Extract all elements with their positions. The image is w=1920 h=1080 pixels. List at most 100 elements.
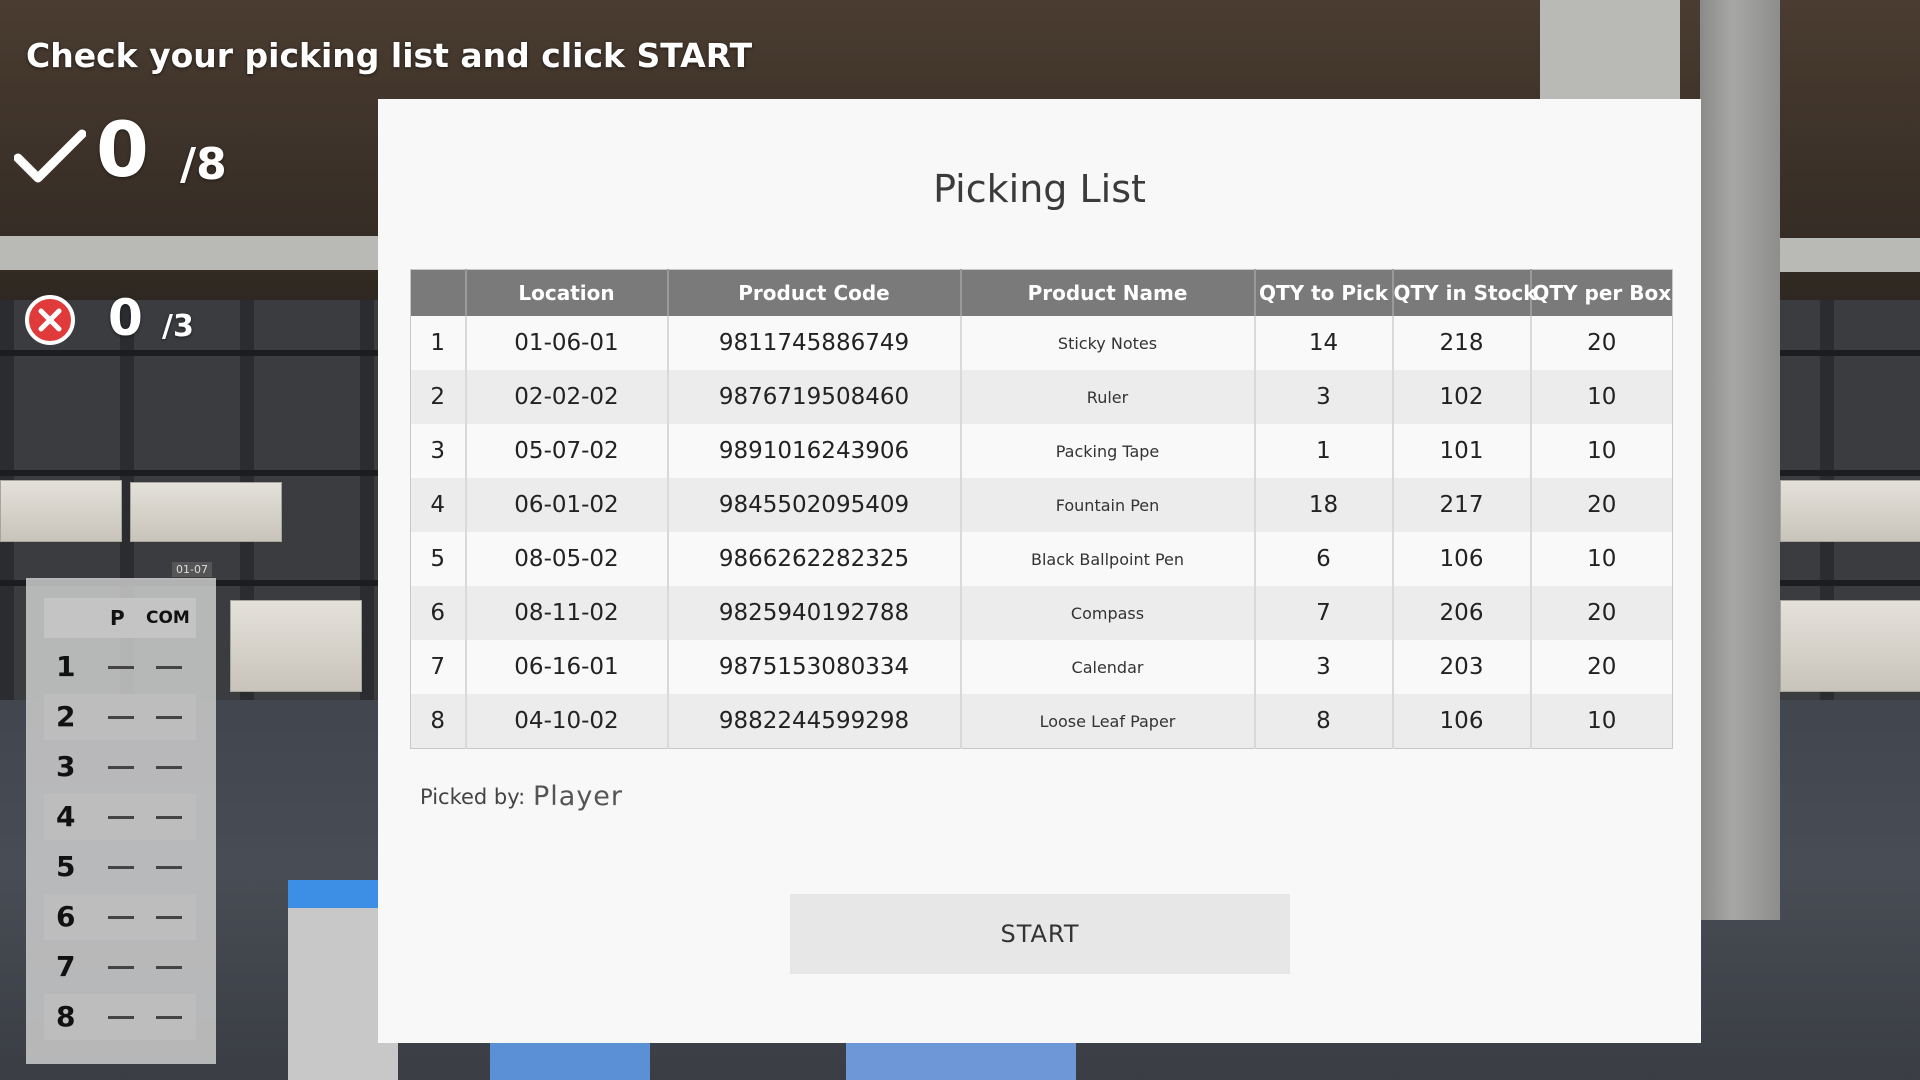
- column-header-product-name: Product Name: [959, 269, 1255, 316]
- product-code-cell: 9845502095409: [666, 478, 961, 532]
- picked-status: [108, 966, 134, 969]
- qty-per-box-cell: 10: [1529, 424, 1673, 478]
- qty-per-box-cell: 10: [1529, 532, 1673, 586]
- qty-in-stock-cell: 218: [1391, 316, 1531, 370]
- qty-to-pick-cell: 3: [1253, 370, 1393, 424]
- qty-to-pick-cell: 3: [1253, 640, 1393, 694]
- location-cell: 06-16-01: [464, 640, 668, 694]
- location-tag: 01-07: [172, 562, 212, 577]
- checklist-header-p: P: [110, 606, 125, 630]
- error-total: /3: [162, 309, 194, 344]
- table-row: 1 01-06-01 9811745886749 Sticky Notes 14…: [410, 316, 1673, 370]
- location-cell: 08-11-02: [464, 586, 668, 640]
- shelf-line: [0, 470, 380, 476]
- completed-status: [156, 916, 182, 919]
- error-count: 0: [108, 289, 143, 347]
- picked-status: [108, 766, 134, 769]
- error-x-icon: [25, 295, 75, 345]
- picking-list-dialog: Picking List Location Product Code Produ…: [378, 99, 1701, 1043]
- stock-box: [230, 600, 362, 692]
- product-name-cell: Sticky Notes: [959, 316, 1255, 370]
- picked-by-value: Player: [533, 781, 624, 812]
- location-cell: 02-02-02: [464, 370, 668, 424]
- column-header-qty-per-box: QTY per Box: [1529, 269, 1673, 316]
- qty-in-stock-cell: 101: [1391, 424, 1531, 478]
- checklist-row: 4: [44, 794, 196, 840]
- qty-in-stock-cell: 217: [1391, 478, 1531, 532]
- location-cell: 06-01-02: [464, 478, 668, 532]
- column-header-product-code: Product Code: [666, 269, 961, 316]
- qty-in-stock-cell: 106: [1391, 532, 1531, 586]
- start-button[interactable]: START: [790, 894, 1290, 974]
- checklist-row-number: 3: [56, 750, 76, 783]
- checklist-row: 5: [44, 844, 196, 890]
- product-code-cell: 9811745886749: [666, 316, 961, 370]
- checklist-row-number: 6: [56, 900, 76, 933]
- checklist-row: 3: [44, 744, 196, 790]
- column-header-location: Location: [464, 269, 668, 316]
- product-code-cell: 9825940192788: [666, 586, 961, 640]
- checklist-row-number: 2: [56, 700, 76, 733]
- correct-total: /8: [180, 139, 227, 190]
- table-header-row: Location Product Code Product Name QTY t…: [410, 269, 1673, 316]
- checklist-row: 7: [44, 944, 196, 990]
- table-row: 7 06-16-01 9875153080334 Calendar 3 203 …: [410, 640, 1673, 694]
- location-cell: 04-10-02: [464, 694, 668, 749]
- checklist-row: 6: [44, 894, 196, 940]
- picking-cart: [846, 1040, 1076, 1080]
- progress-checklist: P COM 1 2 3 4 5 6 7 8: [26, 578, 216, 1064]
- table-row: 2 02-02-02 9876719508460 Ruler 3 102 10: [410, 370, 1673, 424]
- instruction-text: Check your picking list and click START: [26, 36, 753, 75]
- stock-box: [0, 480, 122, 542]
- picked-status: [108, 916, 134, 919]
- product-name-cell: Black Ballpoint Pen: [959, 532, 1255, 586]
- completed-status: [156, 766, 182, 769]
- shelf-line: [0, 350, 380, 356]
- checkmark-icon: [14, 129, 86, 183]
- picked-status: [108, 1016, 134, 1019]
- qty-in-stock-cell: 203: [1391, 640, 1531, 694]
- picked-status: [108, 816, 134, 819]
- stock-box: [1780, 480, 1920, 542]
- stock-box: [130, 482, 282, 542]
- completed-status: [156, 1016, 182, 1019]
- table-row: 3 05-07-02 9891016243906 Packing Tape 1 …: [410, 424, 1673, 478]
- row-index: 4: [410, 478, 466, 532]
- qty-per-box-cell: 20: [1529, 316, 1673, 370]
- checklist-header: P COM: [44, 598, 196, 638]
- ceiling-beam: [1540, 0, 1680, 100]
- column-header-qty-to-pick: QTY to Pick: [1253, 269, 1393, 316]
- table-row: 5 08-05-02 9866262282325 Black Ballpoint…: [410, 532, 1673, 586]
- column-header-index: [410, 269, 466, 316]
- product-name-cell: Fountain Pen: [959, 478, 1255, 532]
- product-code-cell: 9875153080334: [666, 640, 961, 694]
- product-name-cell: Calendar: [959, 640, 1255, 694]
- qty-in-stock-cell: 206: [1391, 586, 1531, 640]
- completed-status: [156, 816, 182, 819]
- row-index: 3: [410, 424, 466, 478]
- product-code-cell: 9866262282325: [666, 532, 961, 586]
- row-index: 1: [410, 316, 466, 370]
- row-index: 5: [410, 532, 466, 586]
- qty-per-box-cell: 10: [1529, 370, 1673, 424]
- picking-list-table: Location Product Code Product Name QTY t…: [410, 269, 1673, 749]
- stock-box: [1780, 600, 1920, 692]
- completed-status: [156, 966, 182, 969]
- product-name-cell: Ruler: [959, 370, 1255, 424]
- location-cell: 05-07-02: [464, 424, 668, 478]
- location-cell: 08-05-02: [464, 532, 668, 586]
- checklist-row-number: 5: [56, 850, 76, 883]
- qty-in-stock-cell: 102: [1391, 370, 1531, 424]
- product-code-cell: 9882244599298: [666, 694, 961, 749]
- qty-to-pick-cell: 7: [1253, 586, 1393, 640]
- qty-in-stock-cell: 106: [1391, 694, 1531, 749]
- product-name-cell: Loose Leaf Paper: [959, 694, 1255, 749]
- column-header-qty-in-stock: QTY in Stock: [1391, 269, 1537, 316]
- qty-per-box-cell: 20: [1529, 478, 1673, 532]
- correct-count: 0: [96, 105, 149, 194]
- picked-status: [108, 666, 134, 669]
- picked-by-label: Picked by:: [420, 785, 526, 809]
- qty-to-pick-cell: 6: [1253, 532, 1393, 586]
- checklist-row: 1: [44, 644, 196, 690]
- checklist-row-number: 4: [56, 800, 76, 833]
